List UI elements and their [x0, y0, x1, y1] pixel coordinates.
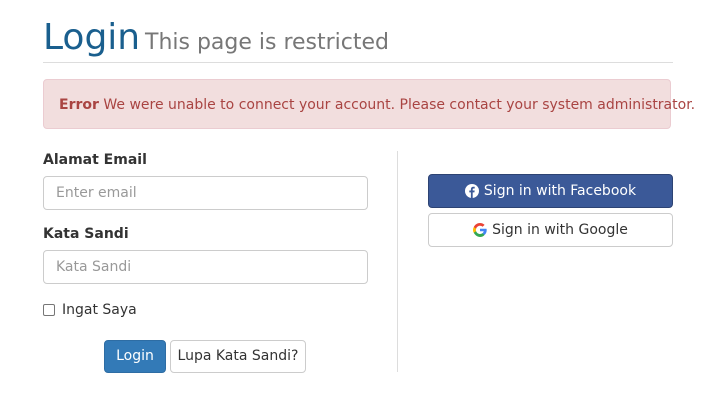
error-alert: Error We were unable to connect your acc… — [43, 79, 695, 129]
remember-me-label: Ingat Saya — [62, 302, 137, 318]
alert-error-label: Error — [59, 97, 99, 113]
page-subtitle: This page is restricted — [145, 30, 390, 55]
page-title: Login — [43, 17, 141, 58]
facebook-icon — [464, 184, 479, 198]
remember-me-row[interactable]: Ingat Saya — [43, 300, 137, 320]
google-icon — [473, 223, 487, 237]
login-page: Login This page is restricted Error We w… — [43, 0, 695, 408]
email-field[interactable] — [43, 176, 368, 210]
alert-message: We were unable to connect your account. … — [98, 97, 696, 113]
google-signin-button[interactable]: Sign in with Google — [428, 213, 673, 247]
forgot-password-button[interactable]: Lupa Kata Sandi? — [170, 340, 306, 373]
facebook-signin-label: Sign in with Facebook — [483, 183, 637, 199]
page-header: Login This page is restricted — [43, 14, 673, 63]
email-label: Alamat Email — [43, 152, 147, 168]
google-signin-label: Sign in with Google — [492, 222, 628, 238]
facebook-signin-button[interactable]: Sign in with Facebook — [428, 174, 673, 208]
column-divider — [397, 151, 398, 372]
remember-me-checkbox[interactable] — [43, 304, 55, 316]
password-field[interactable] — [43, 250, 368, 284]
password-label: Kata Sandi — [43, 226, 129, 242]
login-button[interactable]: Login — [104, 340, 166, 373]
